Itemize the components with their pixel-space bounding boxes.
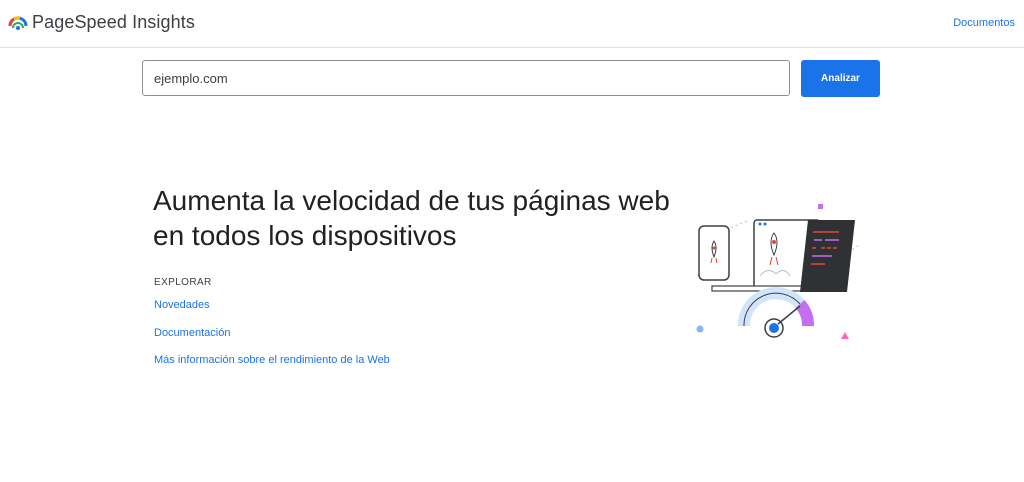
code-window-illustration: [800, 220, 855, 292]
top-bar: PageSpeed Insights Documentos: [0, 0, 1024, 48]
hero-title: Aumenta la velocidad de tus páginas web …: [153, 183, 693, 253]
app-title[interactable]: PageSpeed Insights: [32, 12, 195, 33]
link-novedades[interactable]: Novedades: [154, 299, 210, 311]
triangle-decoration: [841, 332, 849, 339]
analyze-button[interactable]: Analizar: [801, 60, 880, 97]
square-decoration: [818, 204, 823, 209]
docs-link[interactable]: Documentos: [953, 17, 1015, 29]
pagespeed-logo-icon[interactable]: [7, 12, 29, 34]
speed-gauge-illustration: [737, 287, 815, 338]
hero-title-line1: Aumenta la velocidad de tus páginas web: [153, 185, 670, 216]
phone-illustration: [698, 225, 730, 281]
url-search-input[interactable]: [142, 60, 790, 96]
hero-title-line2: en todos los dispositivos: [153, 220, 457, 251]
speed-devices-illustration: [696, 204, 859, 339]
link-documentacion[interactable]: Documentación: [154, 327, 230, 339]
circle-decoration: [696, 325, 704, 333]
explore-label: EXPLORAR: [154, 277, 212, 288]
link-web-performance[interactable]: Más información sobre el rendimiento de …: [154, 354, 390, 366]
